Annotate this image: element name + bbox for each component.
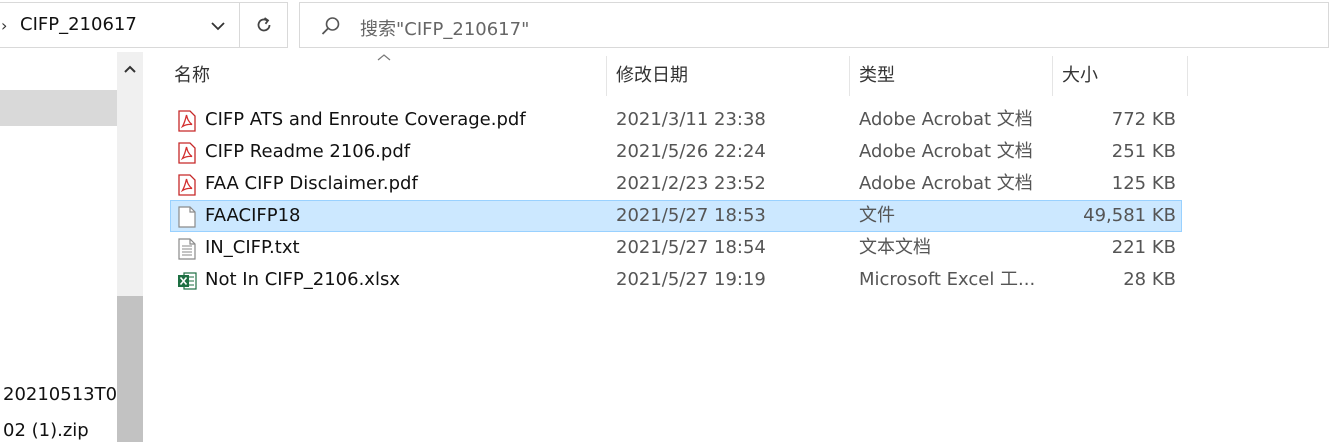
- file-date-modified: 2021/5/27 18:54: [616, 237, 766, 258]
- nav-item-zip-file[interactable]: 02 (1).zip: [3, 420, 117, 441]
- refresh-icon: [257, 17, 270, 32]
- file-row[interactable]: FAACIFP18 2021/5/27 18:53 文件 49,581 KB: [170, 200, 1182, 232]
- file-date-modified: 2021/5/27 19:19: [616, 269, 766, 290]
- file-type: 文本文档: [859, 237, 931, 258]
- column-header-type[interactable]: 类型: [851, 56, 1051, 96]
- search-icon: [321, 17, 340, 35]
- nav-item-zip-folder[interactable]: 20210513T08: [3, 384, 117, 405]
- column-divider[interactable]: [1052, 56, 1053, 96]
- column-header-date-modified[interactable]: 修改日期: [608, 56, 848, 96]
- file-type: Adobe Acrobat 文档: [859, 173, 1033, 194]
- file-size: 49,581 KB: [1083, 205, 1176, 226]
- file-name: CIFP ATS and Enroute Coverage.pdf: [205, 109, 526, 130]
- file-type: Adobe Acrobat 文档: [859, 141, 1033, 162]
- address-bar[interactable]: › CIFP_210617: [0, 2, 240, 48]
- file-type: Adobe Acrobat 文档: [859, 109, 1033, 130]
- search-placeholder[interactable]: 搜索"CIFP_210617": [360, 15, 529, 41]
- scroll-up-button[interactable]: [117, 56, 143, 82]
- chevron-up-icon: [124, 65, 136, 73]
- scroll-thumb[interactable]: [117, 296, 143, 442]
- file-date-modified: 2021/2/23 23:52: [616, 173, 766, 194]
- pdf-icon: [177, 142, 197, 164]
- column-divider[interactable]: [849, 56, 850, 96]
- column-divider[interactable]: [1187, 56, 1188, 96]
- file-type: 文件: [859, 205, 895, 226]
- refresh-button[interactable]: [240, 2, 288, 48]
- nav-selected-item[interactable]: [0, 90, 117, 126]
- pdf-icon: [177, 110, 197, 132]
- file-size: 28 KB: [1123, 269, 1176, 290]
- blank-file-icon: [177, 206, 197, 228]
- file-type: Microsoft Excel 工...: [859, 269, 1036, 290]
- column-divider[interactable]: [606, 56, 607, 96]
- text-file-icon: [177, 238, 197, 260]
- chevron-down-icon[interactable]: [209, 17, 227, 35]
- file-row[interactable]: Not In CIFP_2106.xlsx 2021/5/27 19:19 Micr…: [170, 264, 1182, 296]
- file-name: FAACIFP18: [205, 205, 301, 226]
- file-size: 251 KB: [1111, 141, 1176, 162]
- file-name: FAA CIFP Disclaimer.pdf: [205, 173, 418, 194]
- search-box[interactable]: 搜索"CIFP_210617": [299, 2, 1329, 48]
- file-row[interactable]: FAA CIFP Disclaimer.pdf 2021/2/23 23:52 Ad…: [170, 168, 1182, 200]
- address-folder-label[interactable]: CIFP_210617: [20, 14, 137, 35]
- chevron-right-icon[interactable]: ›: [1, 16, 7, 35]
- file-row[interactable]: CIFP ATS and Enroute Coverage.pdf 2021/3/…: [170, 104, 1182, 136]
- file-date-modified: 2021/3/11 23:38: [616, 109, 766, 130]
- file-size: 221 KB: [1111, 237, 1176, 258]
- file-row[interactable]: CIFP Readme 2106.pdf 2021/5/26 22:24 Adobe…: [170, 136, 1182, 168]
- file-name: CIFP Readme 2106.pdf: [205, 141, 411, 162]
- file-name: Not In CIFP_2106.xlsx: [205, 269, 400, 290]
- column-header-size[interactable]: 大小: [1054, 56, 1186, 96]
- file-date-modified: 2021/5/27 18:53: [616, 205, 766, 226]
- excel-icon: [177, 270, 197, 292]
- file-size: 772 KB: [1111, 109, 1176, 130]
- file-name: IN_CIFP.txt: [205, 237, 300, 258]
- pdf-icon: [177, 174, 197, 196]
- file-row[interactable]: IN_CIFP.txt 2021/5/27 18:54 文本文档 221 KB: [170, 232, 1182, 264]
- toolbar: › CIFP_210617 搜索"CIFP_210617": [0, 0, 1332, 52]
- file-size: 125 KB: [1111, 173, 1176, 194]
- column-header-name[interactable]: 名称: [166, 56, 606, 96]
- nav-scrollbar[interactable]: [117, 52, 143, 442]
- file-date-modified: 2021/5/26 22:24: [616, 141, 766, 162]
